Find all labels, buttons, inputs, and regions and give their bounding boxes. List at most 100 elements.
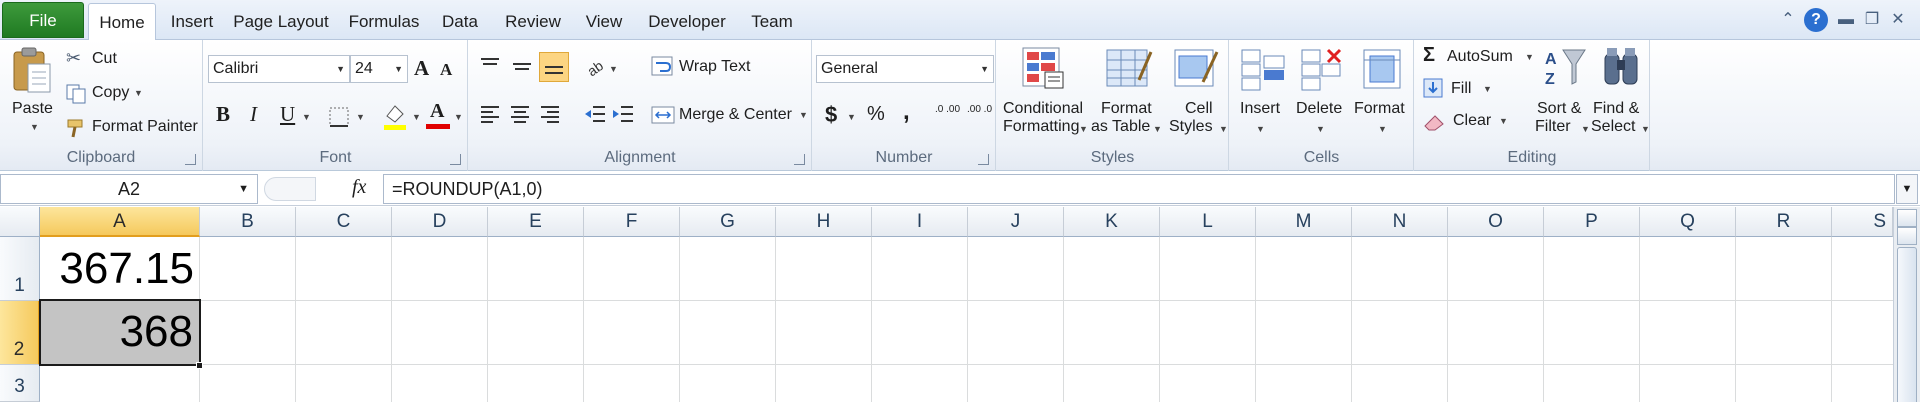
comma-style-button[interactable]: , [903,98,910,126]
cell-A2-selected[interactable]: 368 [39,299,201,366]
scroll-thumb[interactable] [1897,247,1917,402]
wrap-text-button[interactable]: Wrap Text [651,52,791,82]
column-header-C[interactable]: C [296,207,392,237]
clear-button[interactable]: Clear ▼ [1423,110,1513,134]
autosum-label: AutoSum [1447,48,1513,65]
split-box[interactable] [1897,209,1917,227]
decrease-indent-icon[interactable] [583,104,607,124]
merge-center-button[interactable]: Merge & Center ▼ [651,100,811,130]
sort-filter-button[interactable]: A Z Sort & Filter ▼ [1533,44,1591,142]
column-header-M[interactable]: M [1256,207,1352,237]
scroll-up-icon[interactable] [1897,227,1917,245]
font-color-button[interactable]: A [426,98,450,132]
tab-review[interactable]: Review [498,3,568,40]
column-header-J[interactable]: J [968,207,1064,237]
formula-input[interactable]: =ROUNDUP(A1,0) [383,174,1895,204]
column-header-I[interactable]: I [872,207,968,237]
tab-formulas[interactable]: Formulas [344,3,424,40]
bold-button[interactable]: B [216,102,230,127]
name-box[interactable]: A2 ▼ [0,174,258,204]
window-minimize-icon[interactable]: ▬ [1834,8,1858,32]
autosum-button[interactable]: Σ AutoSum ▼ [1423,44,1535,70]
orientation-icon[interactable]: ab [583,54,609,78]
find-select-button[interactable]: Find & Select ▼ [1591,44,1650,142]
window-close-icon[interactable]: ✕ [1886,8,1910,32]
align-bottom-button[interactable] [539,52,569,82]
tab-data[interactable]: Data [432,3,488,40]
row-header-1[interactable]: 1 [0,237,40,301]
row-header-3[interactable]: 3 [0,365,40,402]
tab-developer[interactable]: Developer [640,3,734,40]
column-header-O[interactable]: O [1448,207,1544,237]
row-header-2[interactable]: 2 [0,301,40,365]
fill-handle[interactable] [196,362,203,369]
tab-team[interactable]: Team [744,3,800,40]
minimize-ribbon-icon[interactable]: ⌃ [1776,8,1800,32]
expand-formula-bar-icon[interactable]: ▼ [1896,174,1918,204]
format-as-table-label-2: as Table [1091,118,1151,135]
select-all-button[interactable] [0,207,40,237]
paste-button[interactable]: Paste ▼ [6,44,60,134]
number-format-combo[interactable]: General ▼ [816,55,994,83]
window-restore-icon[interactable]: ❐ [1860,8,1884,32]
column-header-R[interactable]: R [1736,207,1832,237]
sigma-icon: Σ [1423,44,1436,66]
column-header-F[interactable]: F [584,207,680,237]
align-right-icon[interactable] [539,104,561,124]
cell-A1[interactable]: 367.15 [40,237,200,301]
tab-home[interactable]: Home [88,3,156,41]
tab-page-layout[interactable]: Page Layout [228,3,334,40]
shrink-font-button[interactable]: A [440,60,452,80]
increase-indent-icon[interactable] [611,104,635,124]
tab-insert[interactable]: Insert [164,3,220,40]
column-header-D[interactable]: D [392,207,488,237]
tab-view[interactable]: View [578,3,630,40]
column-header-E[interactable]: E [488,207,584,237]
delete-cells-button[interactable]: Delete ▼ [1292,44,1350,142]
italic-button[interactable]: I [250,102,257,127]
dialog-launcher-icon[interactable] [978,154,989,165]
align-middle-icon[interactable] [511,56,533,76]
font-name-combo[interactable]: Calibri ▼ [208,55,350,83]
column-header-K[interactable]: K [1064,207,1160,237]
column-header-G[interactable]: G [680,207,776,237]
underline-button[interactable]: U [280,102,295,127]
decrease-decimal-button[interactable]: .00 .0 [967,104,993,115]
increase-decimal-button[interactable]: .0 .00 [935,104,961,115]
tab-file[interactable]: File [2,2,84,38]
currency-button[interactable]: $ [825,102,837,128]
vertical-scrollbar[interactable] [1893,207,1920,402]
format-as-table-button[interactable]: Format as Table ▼ [1089,44,1163,142]
help-icon[interactable]: ? [1804,8,1828,32]
column-header-H[interactable]: H [776,207,872,237]
dialog-launcher-icon[interactable] [794,154,805,165]
format-cells-button[interactable]: Format ▼ [1352,44,1412,142]
copy-button[interactable]: Copy ▼ [66,82,156,106]
cell-styles-button[interactable]: Cell Styles ▼ [1167,44,1228,142]
wrap-text-label: Wrap Text [679,58,751,75]
conditional-formatting-button[interactable]: Conditional Formatting ▼ [999,44,1088,142]
column-header-A[interactable]: A [40,207,200,237]
font-size-combo[interactable]: 24 ▼ [350,55,408,83]
column-header-P[interactable]: P [1544,207,1640,237]
align-center-icon[interactable] [509,104,531,124]
column-header-N[interactable]: N [1352,207,1448,237]
column-header-S[interactable]: S [1832,207,1893,237]
dialog-launcher-icon[interactable] [185,154,196,165]
insert-cells-button[interactable]: Insert ▼ [1232,44,1290,142]
fill-color-icon[interactable] [382,102,408,132]
insert-function-button[interactable]: fx [352,176,366,199]
column-header-Q[interactable]: Q [1640,207,1736,237]
cut-button[interactable]: ✂ Cut [66,48,136,72]
column-header-B[interactable]: B [200,207,296,237]
dialog-launcher-icon[interactable] [450,154,461,165]
align-left-icon[interactable] [479,104,501,124]
grow-font-button[interactable]: A [414,56,429,81]
percent-button[interactable]: % [867,103,885,126]
fill-button[interactable]: Fill ▼ [1423,78,1503,102]
column-header-L[interactable]: L [1160,207,1256,237]
borders-icon[interactable] [328,106,350,128]
format-painter-button[interactable]: Format Painter [66,116,202,140]
number-group-label: Number [875,149,933,166]
align-top-icon[interactable] [479,56,501,76]
